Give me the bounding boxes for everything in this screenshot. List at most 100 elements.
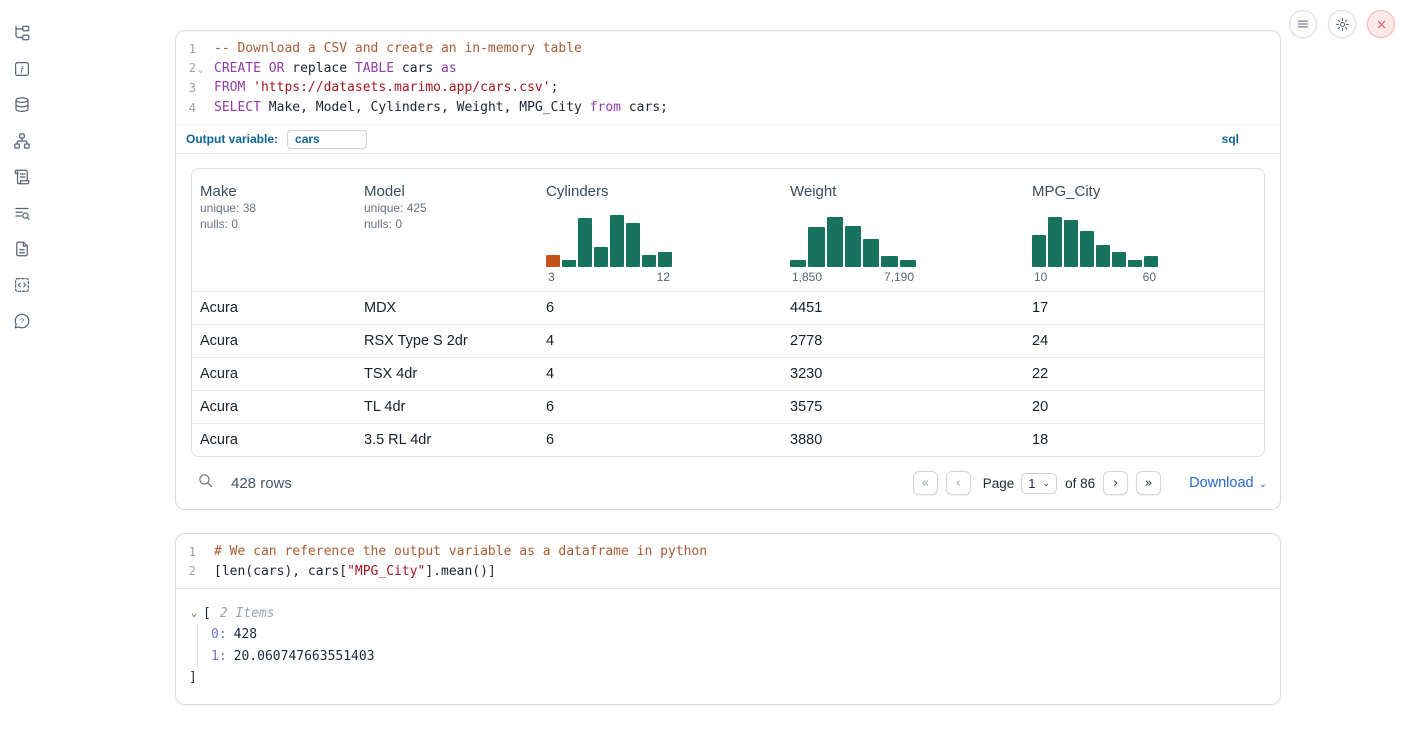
line-number: 2 [176, 564, 196, 578]
page-select[interactable]: 1 ⌄ [1021, 473, 1057, 494]
entry-index: 0: [211, 627, 227, 642]
prev-page-button[interactable]: ‹ [946, 471, 971, 495]
histogram-bar [845, 226, 861, 267]
column-histogram: 10 60 [1032, 215, 1158, 284]
column-header[interactable]: Weight 1,8507,190 [782, 169, 1024, 291]
close-bracket: ] [176, 668, 1280, 688]
language-badge[interactable]: sql [1222, 132, 1239, 146]
output-tree-entry: 0:428 [211, 624, 1280, 646]
column-header[interactable]: Modelunique: 425nulls: 0 [356, 169, 538, 291]
database-icon [13, 96, 31, 114]
table-cell: 2778 [782, 333, 1024, 349]
column-stat: unique: 38 [200, 200, 348, 216]
table-cell: 18 [1024, 432, 1265, 448]
search-list-icon [13, 204, 31, 222]
gear-icon [1335, 17, 1350, 32]
sidebar-item-datasources[interactable] [5, 87, 39, 123]
python-code-editor[interactable]: 1# We can reference the output variable … [176, 534, 1280, 588]
column-header[interactable]: MPG_City1060 [1024, 169, 1265, 291]
sidebar-item-variables[interactable]: ƒ [5, 51, 39, 87]
sidebar-item-file-tree[interactable] [5, 15, 39, 51]
output-tree-children: 0:4281:20.060747663551403 [197, 624, 1280, 668]
column-stat: nulls: 0 [200, 216, 348, 232]
sidebar-item-tracebacks[interactable] [5, 195, 39, 231]
histogram-bar [1032, 235, 1046, 267]
column-header[interactable]: Cylinders 312 [538, 169, 782, 291]
sidebar-item-dependency-graph[interactable] [5, 123, 39, 159]
sql-code-editor[interactable]: 1-- Download a CSV and create an in-memo… [176, 31, 1280, 124]
histogram-bar [642, 255, 656, 267]
download-button[interactable]: Download ⌄ [1189, 475, 1267, 491]
sidebar: ƒ ? [0, 0, 44, 729]
settings-button[interactable] [1328, 10, 1356, 38]
fold-chevron-icon[interactable]: ⌄ [196, 62, 205, 75]
output-variable-input[interactable] [287, 130, 367, 149]
next-page-button[interactable]: › [1103, 471, 1128, 495]
histogram-bar [578, 218, 592, 267]
table-row[interactable]: AcuraMDX6445117 [192, 291, 1264, 324]
axis-min-label: 10 [1034, 270, 1047, 284]
svg-text:?: ? [20, 317, 24, 326]
column-histogram: 312 [546, 215, 672, 284]
code-line[interactable]: 2⌄CREATE OR replace TABLE cars as [176, 59, 1280, 79]
table-row[interactable]: AcuraTL 4dr6357520 [192, 390, 1264, 423]
first-page-button[interactable]: « [913, 471, 938, 495]
scroll-icon [13, 168, 31, 186]
table-cell: 3880 [782, 432, 1024, 448]
axis-max-label: 7,190 [884, 270, 914, 284]
last-page-button[interactable]: » [1136, 471, 1161, 495]
table-cell: 4 [538, 333, 782, 349]
column-histogram: 1,8507,190 [790, 215, 916, 284]
search-icon[interactable] [197, 472, 214, 494]
close-button[interactable] [1367, 10, 1395, 38]
column-stat: unique: 425 [364, 200, 530, 216]
table-cell: 3.5 RL 4dr [356, 432, 538, 448]
fold-gutter [196, 570, 205, 573]
chevron-down-icon[interactable]: ⌄ [191, 608, 203, 619]
table-cell: Acura [192, 366, 356, 382]
histogram-bar [658, 252, 672, 267]
histogram-bar [900, 260, 916, 267]
code-line[interactable]: 2[len(cars), cars["MPG_City"].mean()] [176, 562, 1280, 582]
histogram-bar [808, 227, 824, 267]
histogram-bar [881, 256, 897, 267]
menu-button[interactable] [1289, 10, 1317, 38]
table-cell: 4 [538, 366, 782, 382]
code-line[interactable]: 4SELECT Make, Model, Cylinders, Weight, … [176, 98, 1280, 118]
histogram-bar [1144, 256, 1158, 267]
histogram-bar [790, 260, 806, 267]
table-cell: 17 [1024, 300, 1265, 316]
column-name: Weight [790, 183, 1016, 200]
histogram-bar [594, 247, 608, 267]
histogram-bar [1064, 220, 1078, 267]
code-line[interactable]: 1# We can reference the output variable … [176, 542, 1280, 562]
code-line[interactable]: 3FROM 'https://datasets.marimo.app/cars.… [176, 78, 1280, 98]
output-tree-root: ⌄ [ 2 Items [176, 602, 1280, 624]
column-header[interactable]: Makeunique: 38nulls: 0 [192, 169, 356, 291]
table-cell: 22 [1024, 366, 1265, 382]
table-row[interactable]: AcuraTSX 4dr4323022 [192, 357, 1264, 390]
table-cell: MDX [356, 300, 538, 316]
fold-gutter [196, 106, 205, 109]
help-bubble-icon: ? [13, 312, 31, 330]
table-cell: Acura [192, 432, 356, 448]
table-row[interactable]: AcuraRSX Type S 2dr4277824 [192, 324, 1264, 357]
sidebar-item-documentation[interactable] [5, 231, 39, 267]
code-line[interactable]: 1-- Download a CSV and create an in-memo… [176, 39, 1280, 59]
sidebar-item-snippets[interactable] [5, 267, 39, 303]
table-cell: 6 [538, 432, 782, 448]
column-name: Cylinders [546, 183, 774, 200]
sidebar-item-help[interactable]: ? [5, 303, 39, 339]
row-count: 428 rows [231, 475, 292, 492]
fold-gutter [196, 47, 205, 50]
histogram-bar [827, 217, 843, 267]
table-cell: TSX 4dr [356, 366, 538, 382]
axis-max-label: 60 [1143, 270, 1156, 284]
column-stat: nulls: 0 [364, 216, 530, 232]
network-icon [13, 132, 31, 150]
table-row[interactable]: Acura3.5 RL 4dr6388018 [192, 423, 1264, 456]
histogram-bar [1096, 245, 1110, 267]
sidebar-item-logs[interactable] [5, 159, 39, 195]
table-cell: 3575 [782, 399, 1024, 415]
table-body: AcuraMDX6445117AcuraRSX Type S 2dr427782… [192, 291, 1264, 456]
